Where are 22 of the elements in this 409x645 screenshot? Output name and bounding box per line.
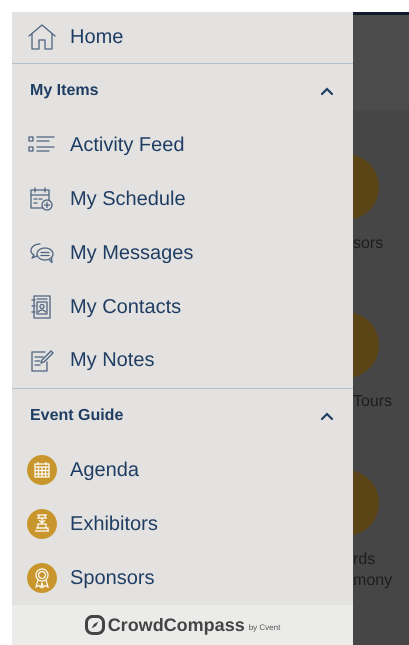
chat-icon bbox=[28, 241, 56, 266]
menu-item[interactable]: Exhibitors bbox=[12, 497, 353, 552]
menu-item[interactable]: My Contacts bbox=[12, 280, 353, 334]
note-pencil-icon bbox=[29, 348, 55, 374]
award-ribbon-icon bbox=[27, 563, 57, 594]
byline: by Cvent bbox=[248, 623, 280, 632]
menu-item[interactable]: My Notes bbox=[12, 334, 353, 388]
compass-icon bbox=[84, 615, 105, 636]
brand-logo: CrowdCompass bbox=[84, 614, 245, 636]
booth-icon bbox=[27, 509, 57, 540]
menu-item[interactable]: Sponsors bbox=[12, 551, 353, 606]
contact-book-icon bbox=[31, 294, 53, 320]
section-header[interactable]: Event Guide bbox=[12, 389, 353, 444]
calendar-icon bbox=[27, 455, 57, 486]
home-icon bbox=[27, 23, 57, 52]
menu-item[interactable]: My Schedule bbox=[12, 172, 353, 226]
menu-item[interactable]: Agenda bbox=[12, 443, 353, 498]
menu-item[interactable]: Activity Feed bbox=[12, 118, 353, 172]
menu-item[interactable]: My Messages bbox=[12, 226, 353, 280]
home-item[interactable]: Home bbox=[12, 12, 353, 63]
section-header[interactable]: My Items bbox=[12, 64, 353, 118]
calendar-plus-icon bbox=[29, 186, 55, 212]
